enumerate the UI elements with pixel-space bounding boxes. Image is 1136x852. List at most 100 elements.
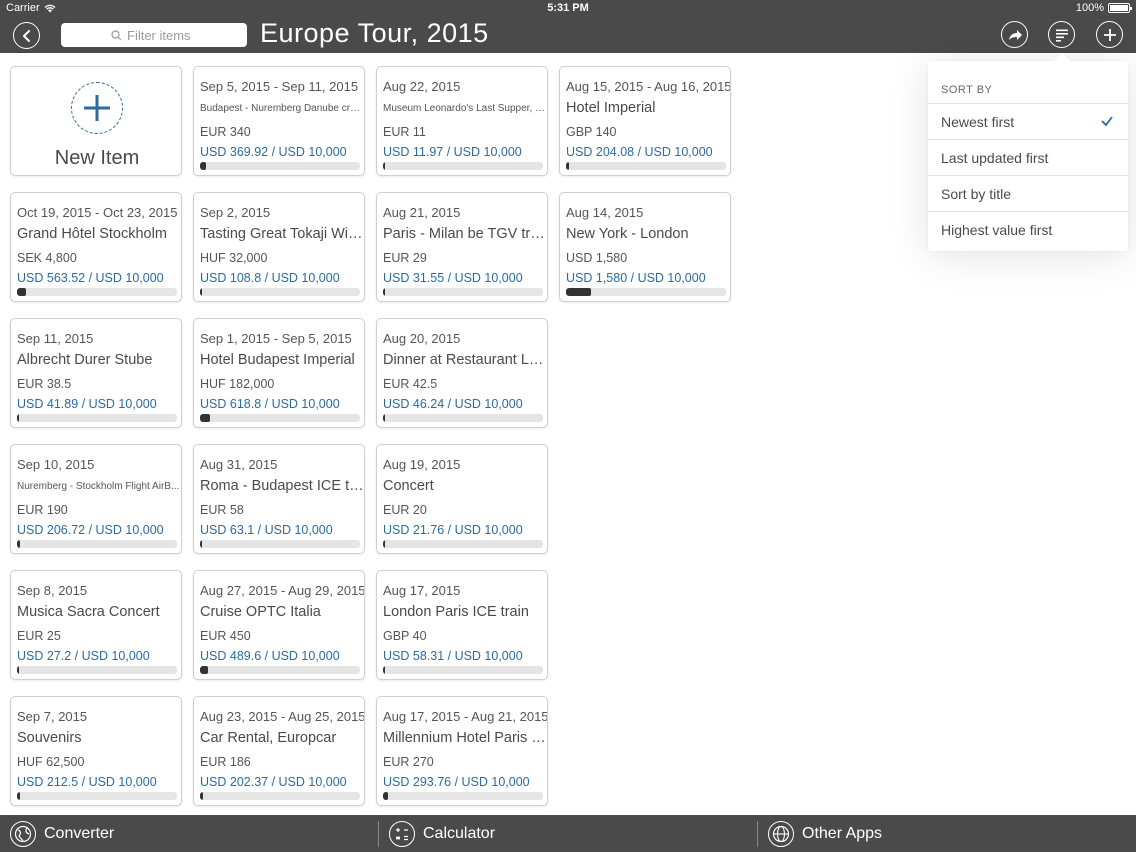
filter-box[interactable]	[61, 23, 247, 47]
page-title: Europe Tour, 2015	[260, 18, 489, 48]
status-bar: Carrier 5:31 PM 100%	[0, 0, 1136, 17]
item-progress-fill	[200, 162, 206, 170]
item-date: Aug 22, 2015	[383, 79, 461, 94]
item-progress-bar	[17, 540, 177, 548]
item-card[interactable]: Aug 19, 2015 Concert EUR 20 USD 21.76 / USD…	[376, 444, 548, 554]
item-amount: HUF 182,000	[200, 377, 275, 391]
item-title: Musica Sacra Concert	[17, 604, 160, 620]
nav-bar: Europe Tour, 2015	[0, 17, 1136, 53]
item-card[interactable]: Aug 22, 2015 Museum Leonardo's Last Suppe…	[376, 66, 548, 176]
item-progress-bar	[200, 288, 360, 296]
item-progress-fill	[17, 288, 27, 296]
tab-label: Converter	[44, 824, 115, 842]
item-card[interactable]: Sep 2, 2015 Tasting Great Tokaji Wine HUF …	[193, 192, 365, 302]
battery-icon	[1108, 3, 1132, 13]
item-card[interactable]: Aug 27, 2015 - Aug 29, 2015 Cruise OPTC I…	[193, 570, 365, 680]
tab-converter[interactable]: Converter	[10, 815, 114, 852]
tab-calculator[interactable]: Calculator	[389, 815, 495, 852]
battery-label: 100%	[1075, 2, 1104, 14]
item-date: Aug 21, 2015	[383, 205, 461, 220]
item-amount: EUR 190	[17, 503, 68, 517]
item-usd-total: USD 63.1 / USD 10,000	[200, 523, 333, 537]
sort-option-newest[interactable]: Newest first	[928, 103, 1128, 139]
item-date: Sep 8, 2015	[17, 583, 88, 598]
item-usd-total: USD 11.97 / USD 10,000	[383, 145, 522, 159]
back-button[interactable]	[13, 22, 40, 49]
sort-option-label: Sort by title	[941, 185, 1012, 202]
item-amount: EUR 25	[17, 629, 61, 643]
item-usd-total: USD 293.76 / USD 10,000	[383, 775, 530, 789]
item-card[interactable]: Aug 17, 2015 - Aug 21, 2015 Millennium Ho…	[376, 696, 548, 806]
item-usd-total: USD 1,580 / USD 10,000	[566, 271, 706, 285]
tab-label: Other Apps	[802, 824, 883, 842]
item-usd-total: USD 206.72 / USD 10,000	[17, 523, 164, 537]
item-card[interactable]: Sep 7, 2015 Souvenirs HUF 62,500 USD 212.5 …	[10, 696, 182, 806]
item-card[interactable]: Aug 21, 2015 Paris - Milan be TGV train EU…	[376, 192, 548, 302]
item-progress-fill	[383, 540, 385, 548]
item-card[interactable]: Sep 11, 2015 Albrecht Durer Stube EUR 38.5…	[10, 318, 182, 428]
item-date: Sep 10, 2015	[17, 457, 95, 472]
status-time: 5:31 PM	[547, 2, 589, 14]
sort-list-icon	[1055, 29, 1068, 42]
item-title: London Paris ICE train	[383, 604, 529, 620]
add-button[interactable]	[1096, 21, 1123, 48]
item-card[interactable]: Sep 10, 2015 Nuremberg - Stockholm Flight…	[10, 444, 182, 554]
item-progress-fill	[383, 162, 385, 170]
item-amount: SEK 4,800	[17, 251, 77, 265]
item-amount: EUR 450	[200, 629, 251, 643]
share-button[interactable]	[1001, 21, 1028, 48]
item-title: Millennium Hotel Paris Opera	[383, 730, 547, 746]
item-progress-bar	[566, 162, 726, 170]
item-title: Albrecht Durer Stube	[17, 352, 153, 368]
item-card[interactable]: Oct 19, 2015 - Oct 23, 2015 Grand Hôtel S…	[10, 192, 182, 302]
item-amount: USD 1,580	[566, 251, 628, 265]
item-card[interactable]: Sep 8, 2015 Musica Sacra Concert EUR 25 USD…	[10, 570, 182, 680]
item-progress-fill	[17, 792, 21, 800]
item-title: Hotel Imperial	[566, 100, 656, 116]
item-date: Aug 14, 2015	[566, 205, 644, 220]
tab-other-apps[interactable]: Other Apps	[768, 815, 882, 852]
item-title: Cruise OPTC Italia	[200, 604, 321, 620]
item-usd-total: USD 618.8 / USD 10,000	[200, 397, 340, 411]
item-date: Oct 19, 2015 - Oct 23, 2015	[17, 205, 178, 220]
sort-button[interactable]	[1048, 21, 1075, 48]
item-usd-total: USD 108.8 / USD 10,000	[200, 271, 340, 285]
item-card[interactable]: Sep 5, 2015 - Sep 11, 2015 Budapest - Nur…	[193, 66, 365, 176]
item-title: Nuremberg - Stockholm Flight AirB...	[17, 481, 180, 492]
item-card[interactable]: Aug 23, 2015 - Aug 25, 2015 Car Rental, E…	[193, 696, 365, 806]
globe-icon	[768, 820, 794, 847]
globe-icon	[10, 820, 36, 847]
item-title: Roma - Budapest ICE train	[200, 478, 364, 494]
item-usd-total: USD 46.24 / USD 10,000	[383, 397, 523, 411]
item-usd-total: USD 369.92 / USD 10,000	[200, 145, 347, 159]
item-progress-fill	[200, 414, 210, 422]
item-title: New York - London	[566, 226, 689, 242]
filter-input[interactable]	[127, 27, 197, 43]
item-date: Aug 17, 2015	[383, 583, 461, 598]
item-date: Sep 11, 2015	[17, 331, 94, 346]
item-card[interactable]: Aug 20, 2015 Dinner at Restaurant Lasserr…	[376, 318, 548, 428]
item-card[interactable]: Aug 15, 2015 - Aug 16, 2015 Hotel Imperia…	[559, 66, 731, 176]
sort-option-last-updated[interactable]: Last updated first	[928, 139, 1128, 175]
sort-option-highest-value[interactable]: Highest value first	[928, 211, 1128, 247]
sort-option-title[interactable]: Sort by title	[928, 175, 1128, 211]
item-progress-bar	[200, 666, 360, 674]
plus-icon	[1103, 28, 1116, 41]
item-progress-bar	[17, 414, 177, 422]
item-progress-bar	[200, 162, 360, 170]
item-card[interactable]: Aug 17, 2015 London Paris ICE train GBP 40…	[376, 570, 548, 680]
item-date: Aug 27, 2015 - Aug 29, 2015	[200, 583, 365, 598]
item-progress-bar	[17, 288, 177, 296]
item-card[interactable]: Sep 1, 2015 - Sep 5, 2015 Hotel Budapest …	[193, 318, 365, 428]
new-item-card[interactable]: New Item	[10, 66, 182, 176]
item-progress-fill	[383, 288, 385, 296]
sort-menu-header: SORT BY	[941, 84, 993, 96]
item-amount: EUR 270	[383, 755, 434, 769]
sort-option-label: Last updated first	[941, 149, 1049, 166]
item-amount: HUF 32,000	[200, 251, 268, 265]
item-card[interactable]: Aug 31, 2015 Roma - Budapest ICE train EUR…	[193, 444, 365, 554]
item-card[interactable]: Aug 14, 2015 New York - London USD 1,580 US…	[559, 192, 731, 302]
item-progress-fill	[200, 540, 202, 548]
item-usd-total: USD 563.52 / USD 10,000	[17, 271, 164, 285]
item-progress-fill	[200, 792, 204, 800]
